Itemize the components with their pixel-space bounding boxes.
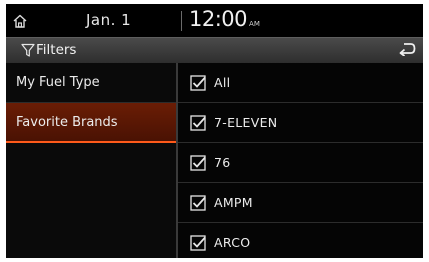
brand-row-all[interactable]: All xyxy=(178,63,423,103)
brand-label: 7-ELEVEN xyxy=(214,115,278,130)
home-button[interactable] xyxy=(6,4,34,37)
brand-label: AMPM xyxy=(214,195,253,210)
menu-item-label: Favorite Brands xyxy=(16,115,118,130)
brand-row-76[interactable]: 76 xyxy=(178,143,423,183)
home-icon xyxy=(12,13,28,29)
head-unit-screen: Jan. 1 12:00 AM Filters My Fuel Type Fav… xyxy=(0,0,429,262)
status-bar: Jan. 1 12:00 AM xyxy=(6,4,423,37)
title-bar: Filters xyxy=(6,37,423,63)
time-value: 12:00 xyxy=(189,7,248,31)
brand-label: All xyxy=(214,75,231,90)
brand-row-7-eleven[interactable]: 7-ELEVEN xyxy=(178,103,423,143)
brand-row-ampm[interactable]: AMPM xyxy=(178,183,423,223)
date-display: Jan. 1 xyxy=(86,11,132,29)
checkbox-checked-icon[interactable] xyxy=(190,155,206,171)
menu-item-favorite-brands[interactable]: Favorite Brands xyxy=(6,103,176,143)
brand-row-arco[interactable]: ARCO xyxy=(178,223,423,258)
menu-item-my-fuel-type[interactable]: My Fuel Type xyxy=(6,63,176,103)
filter-category-menu: My Fuel Type Favorite Brands xyxy=(6,63,176,258)
clock-display: 12:00 AM xyxy=(189,7,260,31)
ampm-indicator: AM xyxy=(249,20,260,28)
funnel-icon xyxy=(21,43,35,58)
page-title: Filters xyxy=(36,42,77,58)
menu-item-label: My Fuel Type xyxy=(16,75,100,90)
status-divider xyxy=(181,11,182,31)
return-arrow-icon xyxy=(398,41,416,60)
checkbox-checked-icon[interactable] xyxy=(190,235,206,251)
brand-label: 76 xyxy=(214,155,231,170)
checkbox-checked-icon[interactable] xyxy=(190,115,206,131)
brand-label: ARCO xyxy=(214,235,251,250)
checkbox-checked-icon[interactable] xyxy=(190,195,206,211)
brand-list: All 7-ELEVEN 76 AMPM ARCO xyxy=(178,63,423,258)
display: Jan. 1 12:00 AM Filters My Fuel Type Fav… xyxy=(6,4,423,258)
back-button[interactable] xyxy=(390,38,423,63)
checkbox-checked-icon[interactable] xyxy=(190,75,206,91)
